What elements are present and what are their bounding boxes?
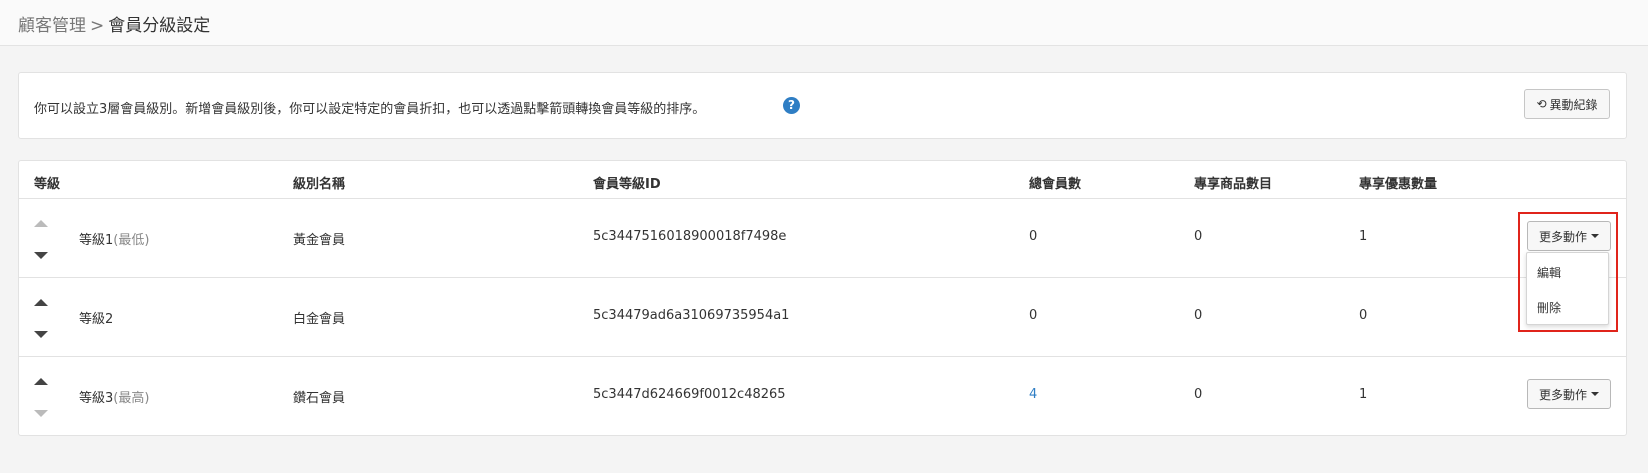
- member-count-link[interactable]: 4: [1029, 387, 1037, 402]
- level-cell: 等級3(最高): [79, 387, 149, 406]
- info-panel: 你可以設立3層會員級別。新增會員級別後，你可以設定特定的會員折扣，也可以透過點擊…: [18, 72, 1627, 139]
- header-products: 專享商品數目: [1194, 177, 1273, 192]
- level-label: 等級1: [79, 233, 114, 248]
- caret-down-icon[interactable]: [33, 249, 51, 263]
- header-name: 級別名稱: [293, 177, 346, 192]
- offer-count: 1: [1359, 229, 1368, 244]
- more-actions-dropdown: 編輯 刪除: [1526, 252, 1609, 325]
- level-note: (最高): [113, 391, 150, 406]
- level-cell: 等級2: [79, 308, 113, 327]
- history-button[interactable]: ⟲ 異動紀錄: [1524, 89, 1610, 119]
- product-count: 0: [1194, 229, 1203, 244]
- more-actions-button[interactable]: 更多動作: [1527, 379, 1611, 409]
- table-row: 等級2 白金會員 5c34479ad6a31069735954a1 0 0 0: [19, 278, 1626, 357]
- offer-count: 0: [1359, 308, 1368, 323]
- caret-up-icon[interactable]: [33, 296, 51, 310]
- level-label: 等級3: [79, 391, 114, 406]
- member-count: 0: [1029, 308, 1038, 323]
- header-id: 會員等級ID: [593, 177, 661, 192]
- level-name: 白金會員: [293, 312, 346, 327]
- level-cell: 等級1(最低): [79, 229, 149, 248]
- offer-count: 1: [1359, 387, 1368, 402]
- dropdown-item-edit[interactable]: 編輯: [1537, 264, 1561, 281]
- product-count: 0: [1194, 387, 1203, 402]
- caret-down-icon: [33, 407, 51, 421]
- member-count: 0: [1029, 229, 1038, 244]
- level-name: 黃金會員: [293, 233, 346, 248]
- product-count: 0: [1194, 308, 1203, 323]
- header-members: 總會員數: [1029, 177, 1082, 192]
- breadcrumb: 顧客管理 > 會員分級設定: [18, 11, 210, 36]
- member-level-table: 等級 級別名稱 會員等級ID 總會員數 專享商品數目 專享優惠數量 等級1(最低…: [18, 160, 1627, 436]
- table-row: 等級3(最高) 鑽石會員 5c3447d624669f0012c48265 4 …: [19, 357, 1626, 436]
- more-actions-label: 更多動作: [1538, 387, 1587, 402]
- caret-down-icon[interactable]: [33, 328, 51, 342]
- table-row: 等級1(最低) 黃金會員 5c3447516018900018f7498e 0 …: [19, 199, 1626, 278]
- dropdown-item-delete[interactable]: 刪除: [1537, 299, 1561, 316]
- caret-up-icon[interactable]: [33, 375, 51, 389]
- page-title: 會員分級設定: [108, 16, 211, 36]
- question-circle-icon[interactable]: ?: [783, 97, 800, 114]
- chevron-down-icon: [1591, 234, 1599, 238]
- breadcrumb-separator: >: [90, 16, 105, 36]
- caret-up-icon: [33, 217, 51, 231]
- more-actions-button[interactable]: 更多動作: [1527, 221, 1611, 251]
- more-actions-label: 更多動作: [1538, 229, 1587, 244]
- header-offers: 專享優惠數量: [1359, 177, 1438, 192]
- chevron-down-icon: [1591, 392, 1599, 396]
- level-id: 5c3447516018900018f7498e: [593, 229, 787, 244]
- level-note: (最低): [113, 233, 150, 248]
- history-icon: ⟲: [1536, 97, 1547, 111]
- history-button-label: 異動紀錄: [1549, 97, 1598, 112]
- level-label: 等級2: [79, 312, 114, 327]
- header-level: 等級: [34, 177, 61, 192]
- level-id: 5c34479ad6a31069735954a1: [593, 308, 790, 323]
- breadcrumb-parent[interactable]: 顧客管理: [18, 16, 86, 36]
- info-text: 你可以設立3層會員級別。新增會員級別後，你可以設定特定的會員折扣，也可以透過點擊…: [34, 102, 706, 117]
- top-bar: 顧客管理 > 會員分級設定: [0, 0, 1648, 46]
- level-id: 5c3447d624669f0012c48265: [593, 387, 786, 402]
- level-name: 鑽石會員: [293, 391, 346, 406]
